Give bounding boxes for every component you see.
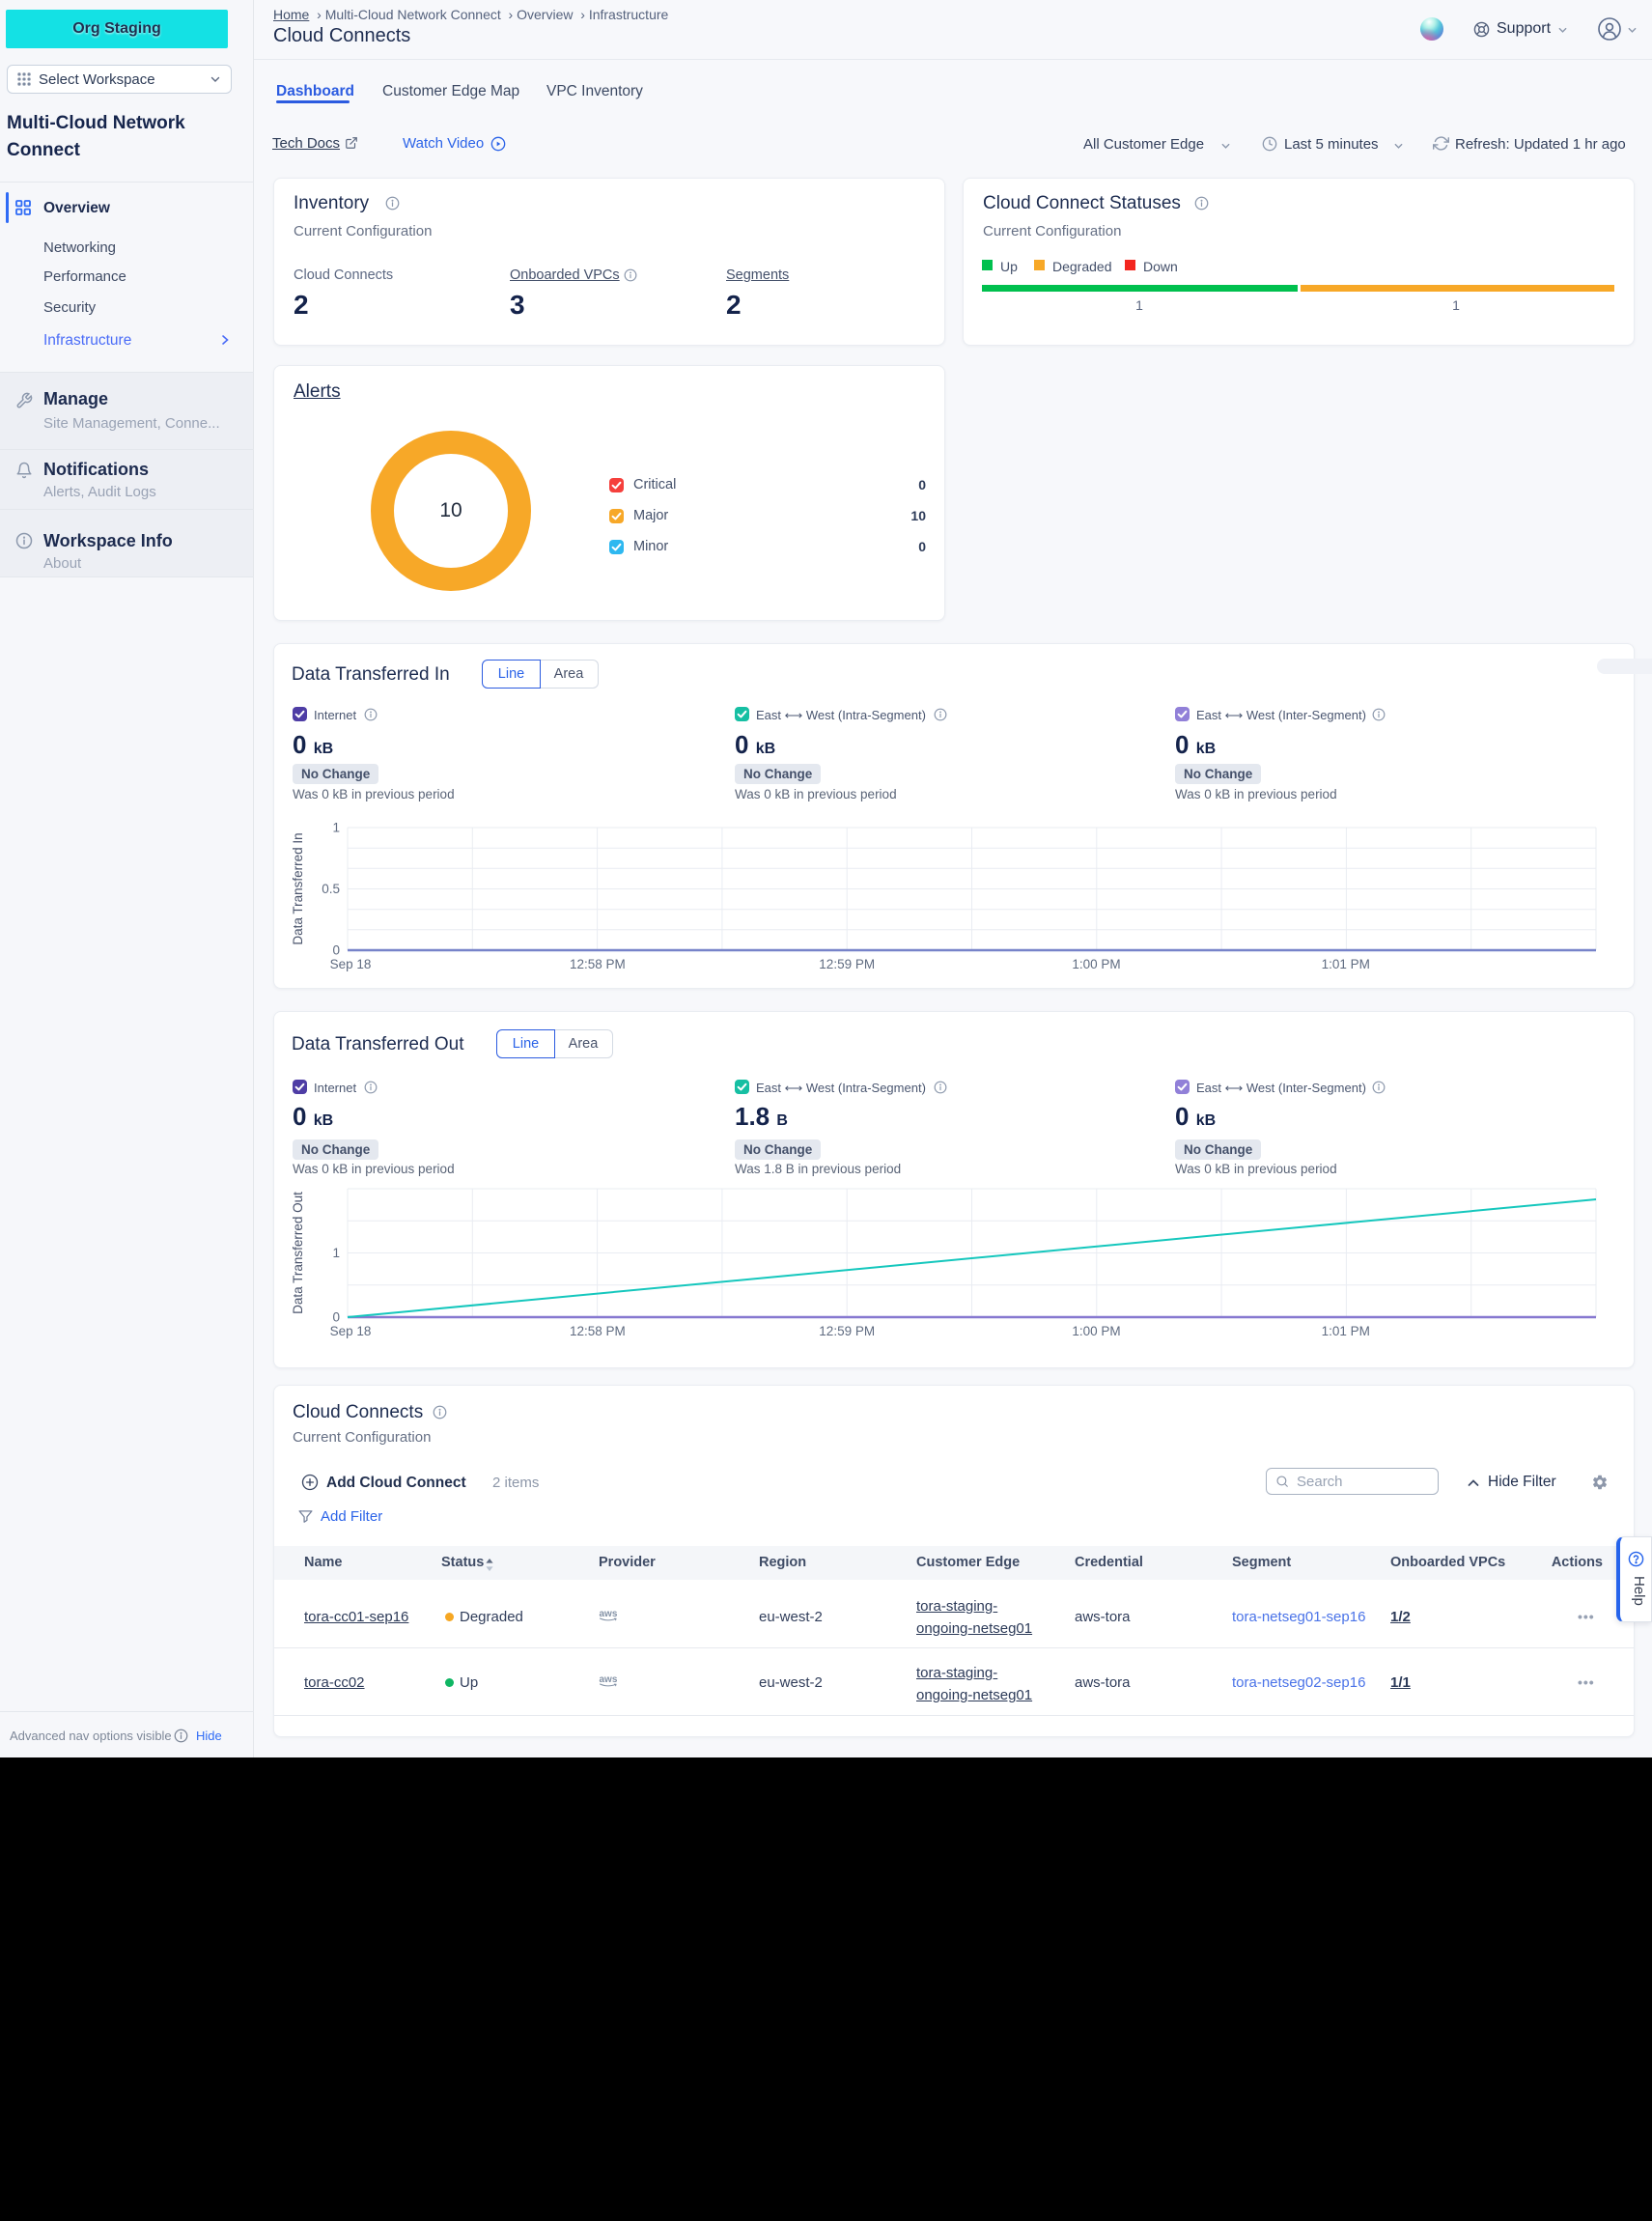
svg-text:1:01 PM: 1:01 PM bbox=[1322, 1324, 1370, 1338]
svg-text:12:58 PM: 12:58 PM bbox=[570, 957, 626, 971]
svg-text:aws: aws bbox=[600, 1674, 618, 1685]
svg-text:Sep 18: Sep 18 bbox=[330, 1324, 372, 1338]
svg-text:1:00 PM: 1:00 PM bbox=[1072, 1324, 1120, 1338]
svg-text:12:58 PM: 12:58 PM bbox=[570, 1324, 626, 1338]
svg-text:1: 1 bbox=[332, 821, 340, 835]
svg-text:1: 1 bbox=[332, 1246, 340, 1260]
svg-text:0.5: 0.5 bbox=[322, 882, 340, 896]
svg-text:0: 0 bbox=[332, 943, 340, 958]
svg-text:12:59 PM: 12:59 PM bbox=[819, 957, 875, 971]
svg-text:12:59 PM: 12:59 PM bbox=[819, 1324, 875, 1338]
svg-text:Data Transferred In: Data Transferred In bbox=[291, 832, 305, 944]
svg-text:Sep 18: Sep 18 bbox=[330, 957, 372, 971]
svg-text:1:00 PM: 1:00 PM bbox=[1072, 957, 1120, 971]
svg-text:Data Transferred Out: Data Transferred Out bbox=[291, 1192, 305, 1314]
svg-text:1:01 PM: 1:01 PM bbox=[1322, 957, 1370, 971]
svg-text:0: 0 bbox=[332, 1310, 340, 1325]
svg-text:aws: aws bbox=[600, 1609, 618, 1619]
